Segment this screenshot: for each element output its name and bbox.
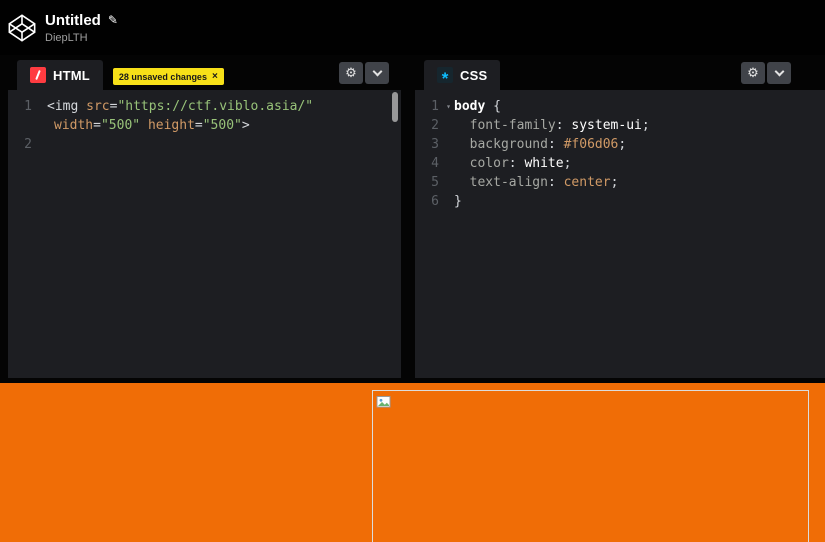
chevron-down-icon (774, 66, 784, 76)
badge-text: 28 unsaved changes (119, 72, 207, 82)
unsaved-changes-badge[interactable]: 28 unsaved changes × (113, 68, 224, 85)
line-number: 1 (8, 97, 36, 116)
html-settings-button[interactable]: ⚙ (339, 62, 363, 84)
preview-pane (0, 383, 825, 542)
html-panel: HTML 28 unsaved changes × ⚙ 1<img src="h… (8, 55, 401, 378)
badge-close-icon[interactable]: × (212, 71, 218, 82)
code-line: 6} (415, 192, 825, 211)
code-line: 4 color: white; (415, 154, 825, 173)
tab-html[interactable]: HTML (17, 60, 103, 90)
top-bar: Untitled ✎ DiepLTH (0, 0, 825, 55)
gear-icon: ⚙ (747, 66, 759, 81)
edit-title-icon[interactable]: ✎ (108, 13, 118, 27)
broken-image-icon (376, 394, 392, 410)
broken-image (372, 390, 809, 542)
css-settings-button[interactable]: ⚙ (741, 62, 765, 84)
fold-caret-icon[interactable]: ▾ (443, 97, 454, 116)
code-line: width="500" height="500"> (8, 116, 401, 135)
html-collapse-button[interactable] (365, 62, 389, 84)
line-number: 2 (415, 116, 443, 135)
html-panel-header: HTML 28 unsaved changes × ⚙ (8, 55, 401, 90)
code-line: 2 (8, 135, 401, 154)
code-line: 3 background: #f06d06; (415, 135, 825, 154)
line-number: 3 (415, 135, 443, 154)
css-panel-header: * CSS ⚙ (415, 55, 825, 90)
code-line: 5 text-align: center; (415, 173, 825, 192)
gear-icon: ⚙ (345, 66, 357, 81)
line-number: 6 (415, 192, 443, 211)
css-icon: * (437, 67, 453, 83)
tab-css[interactable]: * CSS (424, 60, 500, 90)
code-line: 2 font-family: system-ui; (415, 116, 825, 135)
line-number: 4 (415, 154, 443, 173)
line-number: 2 (8, 135, 36, 154)
css-collapse-button[interactable] (767, 62, 791, 84)
css-code-editor[interactable]: 1▾body {2 font-family: system-ui;3 backg… (415, 90, 825, 378)
html-icon (30, 67, 46, 83)
html-editor-scrollbar[interactable] (392, 92, 398, 122)
pen-author: DiepLTH (45, 32, 118, 44)
code-line: 1▾body { (415, 97, 825, 116)
panel-divider[interactable] (401, 55, 415, 378)
tab-css-label: CSS (460, 68, 487, 83)
tab-html-label: HTML (53, 68, 90, 83)
codepen-logo-icon[interactable] (6, 12, 38, 44)
line-number: 5 (415, 173, 443, 192)
chevron-down-icon (372, 66, 382, 76)
css-panel: * CSS ⚙ 1▾body {2 font-family: system-ui… (415, 55, 825, 378)
pen-title[interactable]: Untitled (45, 12, 101, 29)
line-number: 1 (415, 97, 443, 116)
editor-area: HTML 28 unsaved changes × ⚙ 1<img src="h… (0, 55, 825, 383)
code-line: 1<img src="https://ctf.viblo.asia/" (8, 97, 401, 116)
html-code-editor[interactable]: 1<img src="https://ctf.viblo.asia/"width… (8, 90, 401, 378)
